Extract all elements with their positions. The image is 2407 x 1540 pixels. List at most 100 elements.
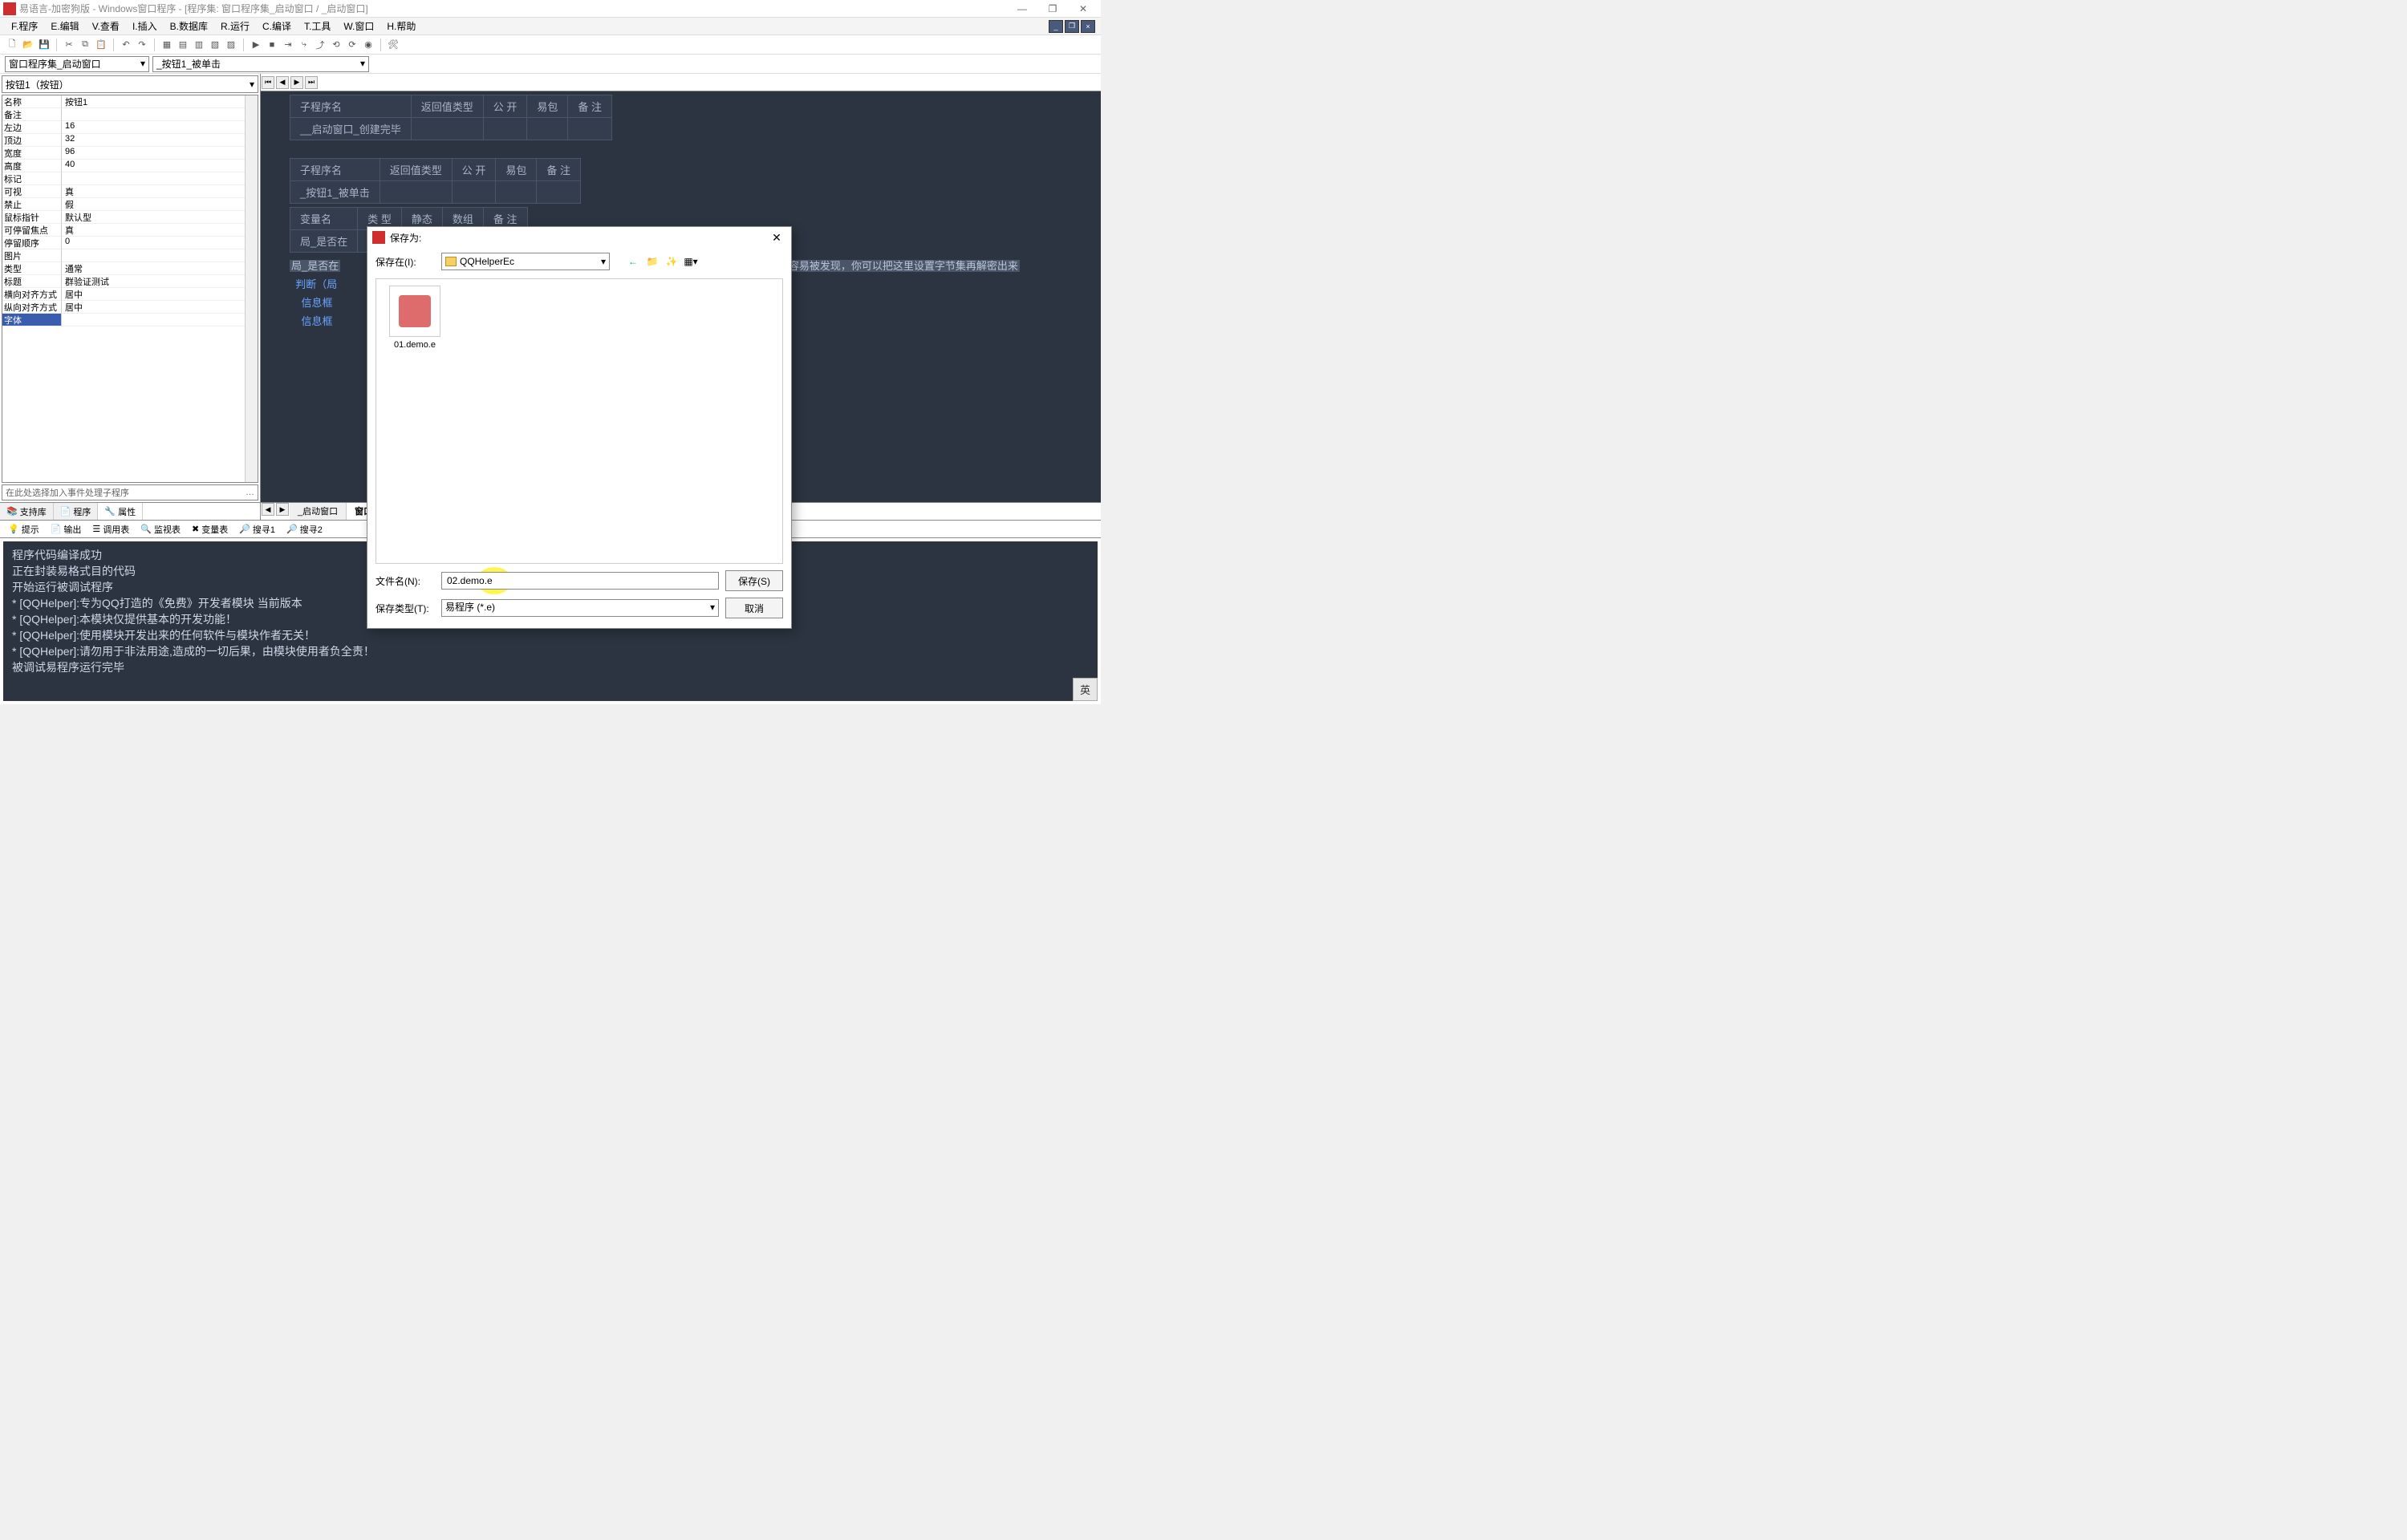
property-grid[interactable]: 名称按钮1备注左边16顶边32宽度96高度40标记可视真禁止假鼠标指针默认型可停… <box>2 95 258 483</box>
prop-value[interactable]: 16 <box>62 121 258 134</box>
menu-tools[interactable]: T.工具 <box>298 18 337 34</box>
prop-value[interactable]: 居中 <box>62 301 258 314</box>
prop-key[interactable]: 纵向对齐方式 <box>2 301 62 314</box>
open-icon[interactable]: 📂 <box>21 38 35 52</box>
mdi-close[interactable]: × <box>1081 20 1095 33</box>
grid1-icon[interactable]: ▦ <box>160 38 174 52</box>
step1-icon[interactable]: ⇥ <box>281 38 295 52</box>
prop-value[interactable]: 通常 <box>62 262 258 275</box>
prop-value[interactable]: 32 <box>62 134 258 147</box>
prop-value[interactable] <box>62 314 258 326</box>
prop-value[interactable]: 40 <box>62 160 258 172</box>
folder-combo[interactable]: QQHelperEc <box>441 253 610 270</box>
nav-first-icon[interactable]: ⏮ <box>262 76 274 89</box>
btab-vars[interactable]: ✖ 变量表 <box>187 521 233 537</box>
step6-icon[interactable]: ◉ <box>361 38 375 52</box>
tab-support-lib[interactable]: 📚 支持库 <box>0 503 54 520</box>
dialog-close-button[interactable]: ✕ <box>767 231 786 245</box>
filename-input[interactable] <box>441 572 719 590</box>
nav-next-icon[interactable]: ▶ <box>290 76 303 89</box>
prop-key[interactable]: 横向对齐方式 <box>2 288 62 301</box>
prop-key[interactable]: 字体 <box>2 314 62 326</box>
copy-icon[interactable]: ⧉ <box>78 38 92 52</box>
tab-scroll-left-icon[interactable]: ◀ <box>262 503 274 516</box>
menu-insert[interactable]: I.插入 <box>126 18 164 34</box>
prop-value[interactable] <box>62 108 258 121</box>
undo-icon[interactable]: ↶ <box>119 38 133 52</box>
grid5-icon[interactable]: ▨ <box>224 38 238 52</box>
prop-key[interactable]: 图片 <box>2 249 62 262</box>
prop-key[interactable]: 类型 <box>2 262 62 275</box>
grid4-icon[interactable]: ▧ <box>208 38 222 52</box>
file-list[interactable]: 01.demo.e <box>375 278 783 564</box>
menu-program[interactable]: F.程序 <box>5 18 44 34</box>
prop-key[interactable]: 可停留焦点 <box>2 224 62 237</box>
btab-calltable[interactable]: ☰ 调用表 <box>87 521 134 537</box>
prop-value[interactable]: 居中 <box>62 288 258 301</box>
btab-output[interactable]: 📄 输出 <box>46 521 87 537</box>
grid2-icon[interactable]: ▤ <box>176 38 190 52</box>
step4-icon[interactable]: ⟲ <box>329 38 343 52</box>
prop-key[interactable]: 名称 <box>2 95 62 108</box>
menu-window[interactable]: W.窗口 <box>337 18 380 34</box>
tab-program[interactable]: 📄 程序 <box>54 503 99 520</box>
prop-value[interactable]: 真 <box>62 224 258 237</box>
step5-icon[interactable]: ⟳ <box>345 38 359 52</box>
btab-search2[interactable]: 🔎 搜寻2 <box>282 521 327 537</box>
module-combo[interactable]: 窗口程序集_启动窗口 <box>5 56 149 72</box>
cancel-button[interactable]: 取消 <box>725 598 783 618</box>
mdi-restore[interactable]: ❐ <box>1065 20 1079 33</box>
prop-key[interactable]: 左边 <box>2 121 62 134</box>
save-icon[interactable]: 💾 <box>37 38 51 52</box>
menu-view[interactable]: V.查看 <box>86 18 126 34</box>
up-folder-icon[interactable]: 📁 <box>645 254 660 269</box>
new-folder-icon[interactable]: ✨ <box>664 254 679 269</box>
prop-key[interactable]: 备注 <box>2 108 62 121</box>
view-menu-icon[interactable]: ▦▾ <box>684 254 698 269</box>
misc-icon[interactable]: 🛠 <box>386 38 400 52</box>
prop-key[interactable]: 标记 <box>2 172 62 185</box>
tab-scroll-right-icon[interactable]: ▶ <box>276 503 289 516</box>
prop-key[interactable]: 标题 <box>2 275 62 288</box>
object-selector[interactable]: 按钮1（按钮） ▾ <box>2 75 258 93</box>
step2-icon[interactable]: ⤷ <box>297 38 311 52</box>
prop-key[interactable]: 顶边 <box>2 134 62 147</box>
prop-key[interactable]: 停留顺序 <box>2 237 62 249</box>
prop-value[interactable]: 按钮1 <box>62 95 258 108</box>
prop-key[interactable]: 高度 <box>2 160 62 172</box>
btab-watch[interactable]: 🔍 监视表 <box>136 521 185 537</box>
prop-value[interactable]: 96 <box>62 147 258 160</box>
menu-edit[interactable]: E.编辑 <box>44 18 85 34</box>
prop-key[interactable]: 鼠标指针 <box>2 211 62 224</box>
nav-prev-icon[interactable]: ◀ <box>276 76 289 89</box>
menu-run[interactable]: R.运行 <box>214 18 256 34</box>
file-item[interactable]: 01.demo.e <box>383 286 447 350</box>
redo-icon[interactable]: ↷ <box>135 38 149 52</box>
step3-icon[interactable]: ⤴ <box>313 38 327 52</box>
paste-icon[interactable]: 📋 <box>94 38 108 52</box>
stop-icon[interactable]: ■ <box>265 38 279 52</box>
nav-last-icon[interactable]: ⏭ <box>305 76 318 89</box>
run-icon[interactable]: ▶ <box>249 38 263 52</box>
prop-value[interactable]: 真 <box>62 185 258 198</box>
prop-value[interactable] <box>62 249 258 262</box>
mdi-minimize[interactable]: _ <box>1049 20 1063 33</box>
filetype-select[interactable]: 易程序 (*.e) <box>441 599 719 617</box>
scrollbar[interactable] <box>245 95 258 482</box>
prop-value[interactable]: 假 <box>62 198 258 211</box>
editor-tab-window[interactable]: _启动窗口 <box>290 503 347 520</box>
close-button[interactable]: ✕ <box>1075 3 1091 14</box>
menu-database[interactable]: B.数据库 <box>164 18 214 34</box>
prop-key[interactable]: 禁止 <box>2 198 62 211</box>
back-icon[interactable]: ← <box>626 254 640 269</box>
prop-value[interactable] <box>62 172 258 185</box>
cut-icon[interactable]: ✂ <box>62 38 76 52</box>
prop-key[interactable]: 可视 <box>2 185 62 198</box>
procedure-combo[interactable]: _按钮1_被单击 <box>152 56 369 72</box>
maximize-button[interactable]: ❐ <box>1045 3 1061 14</box>
btab-hint[interactable]: 💡 提示 <box>3 521 44 537</box>
tab-properties[interactable]: 🔧 属性 <box>98 503 143 520</box>
minimize-button[interactable]: — <box>1014 3 1030 14</box>
ime-indicator[interactable]: 英 <box>1073 678 1098 701</box>
event-selector[interactable]: 在此处选择加入事件处理子程序 … <box>2 484 258 500</box>
